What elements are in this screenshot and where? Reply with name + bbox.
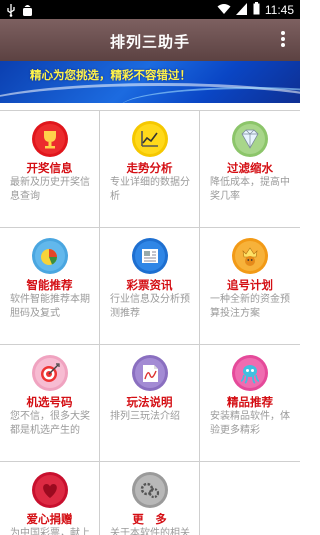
grid-item-label: 追号计划 bbox=[227, 278, 273, 292]
trophy-icon bbox=[31, 121, 68, 157]
grid-item-desc: 一种全新的资金预算投注方案 bbox=[210, 294, 290, 319]
grid-item-label: 彩票资讯 bbox=[126, 278, 173, 292]
grid-item-label: 玩法说明 bbox=[126, 395, 173, 409]
feature-grid: 开奖信息 最新及历史开奖信息查询 走势分析 专业详细的数据分析 过滤缩水 降低成… bbox=[0, 110, 300, 535]
target-icon bbox=[31, 355, 68, 391]
app-bar: 排列三助手 bbox=[0, 19, 300, 61]
grid-item-chase-plan[interactable]: 追号计划 一种全新的资金预算投注方案 bbox=[200, 228, 300, 344]
more-gear-icon bbox=[131, 472, 168, 508]
grid-item-desc: 软件智能推荐本期胆码及复式 bbox=[10, 294, 90, 319]
grid-item-smart-recommend[interactable]: 智能推荐 软件智能推荐本期胆码及复式 bbox=[0, 228, 99, 344]
grid-item-lottery-results[interactable]: 开奖信息 最新及历史开奖信息查询 bbox=[0, 111, 99, 227]
grid-item-desc: 最新及历史开奖信息查询 bbox=[10, 177, 90, 202]
grid-item-desc: 排列三玩法介绍 bbox=[110, 411, 180, 422]
grid-item-desc: 行业信息及分析预测推荐 bbox=[110, 294, 190, 319]
newspaper-icon bbox=[131, 238, 168, 274]
wifi-icon bbox=[217, 3, 231, 18]
grid-item-label: 精品推荐 bbox=[227, 395, 273, 409]
grid-item-desc: 降低成本，提高中奖几率 bbox=[210, 177, 290, 202]
grid-item-desc: 为中国彩票，献上一份爱心 bbox=[10, 528, 90, 535]
grid-item-label: 过滤缩水 bbox=[227, 161, 273, 175]
grid-item-desc: 安装精品软件，体验更多精彩 bbox=[210, 411, 290, 436]
grid-item-filter-reduce[interactable]: 过滤缩水 降低成本，提高中奖几率 bbox=[200, 111, 300, 227]
grid-item-desc: 您不信，很多大奖都是机选产生的 bbox=[10, 411, 90, 436]
grid-item-featured-apps[interactable]: 精品推荐 安装精品软件，体验更多精彩 bbox=[200, 345, 300, 461]
trend-chart-icon bbox=[131, 121, 168, 157]
status-bar: 11:45 bbox=[0, 0, 300, 19]
grid-item-label: 走势分析 bbox=[126, 161, 173, 175]
grid-item-desc: 关于本软件的相关信息 bbox=[110, 528, 190, 535]
grid-item-more[interactable]: 更 多 关于本软件的相关信息 bbox=[100, 462, 199, 535]
crown-lion-icon bbox=[232, 238, 268, 274]
octopus-icon bbox=[232, 355, 268, 391]
grid-item-trend-analysis[interactable]: 走势分析 专业详细的数据分析 bbox=[100, 111, 199, 227]
grid-item-lottery-news[interactable]: 彩票资讯 行业信息及分析预测推荐 bbox=[100, 228, 199, 344]
grid-item-label: 开奖信息 bbox=[26, 161, 73, 175]
grid-item-random-pick[interactable]: 机选号码 您不信，很多大奖都是机选产生的 bbox=[0, 345, 99, 461]
banner[interactable]: 精心为您挑选，精彩不容错过！ bbox=[0, 61, 300, 103]
grid-item-label: 智能推荐 bbox=[26, 278, 73, 292]
signal-icon bbox=[235, 2, 248, 18]
document-icon bbox=[131, 355, 168, 391]
battery-icon bbox=[253, 2, 260, 18]
grid-item-donation[interactable]: 爱心捐赠 为中国彩票，献上一份爱心 bbox=[0, 462, 99, 535]
heart-icon bbox=[31, 472, 68, 508]
grid-item-label: 爱心捐赠 bbox=[26, 512, 73, 526]
grid-item-game-rules[interactable]: 玩法说明 排列三玩法介绍 bbox=[100, 345, 199, 461]
overflow-menu-icon[interactable] bbox=[278, 30, 288, 50]
diamond-filter-icon bbox=[232, 121, 268, 157]
grid-item-empty bbox=[200, 462, 300, 535]
pie-chart-icon bbox=[31, 238, 68, 274]
banner-text: 精心为您挑选，精彩不容错过！ bbox=[30, 68, 191, 82]
grid-item-desc: 专业详细的数据分析 bbox=[110, 177, 190, 202]
grid-item-label: 机选号码 bbox=[26, 395, 73, 409]
grid-item-label: 更 多 bbox=[132, 512, 167, 526]
status-time: 11:45 bbox=[264, 3, 294, 17]
app-title: 排列三助手 bbox=[109, 33, 190, 51]
